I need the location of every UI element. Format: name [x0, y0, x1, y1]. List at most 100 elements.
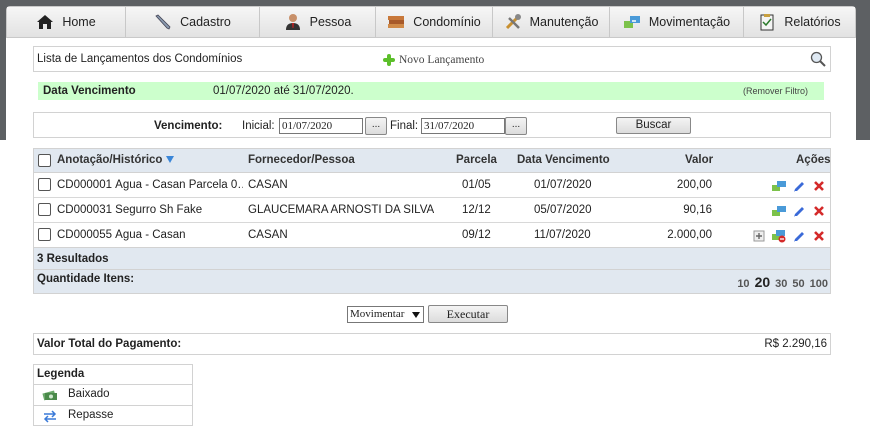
filter-label: Data Vencimento	[43, 85, 136, 97]
col-valor-header: Valor	[685, 154, 714, 166]
select-all-checkbox[interactable]	[38, 154, 51, 167]
page-size-30[interactable]: 30	[775, 278, 787, 290]
nav-pessoa-label: Pessoa	[309, 15, 352, 29]
final-label: Final:	[390, 120, 419, 132]
table-header: Anotação/Histórico Fornecedor/Pessoa Par…	[34, 149, 831, 173]
inicial-label: Inicial:	[242, 120, 275, 132]
pencil-icon	[155, 14, 171, 30]
table-row: CD000031 Segurro Sh Fake GLAUCEMARA ARNO…	[34, 198, 830, 223]
date-filter-form: Vencimento: Inicial: ... Final: ... Busc…	[33, 112, 831, 138]
final-date-picker-button[interactable]: ...	[505, 117, 527, 135]
person-icon	[285, 14, 300, 30]
row-vencimento: 11/07/2020	[534, 229, 591, 241]
nav-movimentacao[interactable]: Movimentação	[610, 7, 744, 37]
row-checkbox[interactable]	[38, 178, 51, 191]
page-size-selector: 10 20 30 50 100	[732, 274, 828, 290]
results-row: 3 Resultados	[34, 248, 830, 270]
page-size-100[interactable]: 100	[810, 278, 828, 290]
row-valor: 200,00	[676, 179, 712, 191]
final-date-input[interactable]	[421, 118, 505, 134]
table-row: CD000001 Água - Casan Parcela 0… CASAN 0…	[34, 173, 830, 198]
page-size-20[interactable]: 20	[755, 274, 771, 290]
filter-value: 01/07/2020 até 31/07/2020.	[213, 85, 354, 97]
row-historico: CD000055 Água - Casan	[57, 229, 186, 241]
row-checkbox[interactable]	[38, 228, 51, 241]
vencimento-label: Vencimento:	[154, 120, 223, 132]
col-vencimento-header: Data Vencimento	[517, 154, 610, 166]
inicial-date-input[interactable]	[279, 118, 363, 134]
money-icon	[42, 390, 57, 401]
delete-icon[interactable]	[812, 204, 826, 218]
col-acoes-header: Ações	[796, 154, 831, 166]
col-parcela-header: Parcela	[456, 154, 497, 166]
edit-pencil-icon[interactable]	[792, 204, 806, 218]
tools-icon	[505, 14, 521, 30]
row-actions	[746, 229, 826, 243]
legend-box: Legenda Baixado Repasse	[33, 364, 193, 426]
col-historico-label: Anotação/Histórico	[57, 154, 163, 166]
nav-manutencao[interactable]: Manutenção	[493, 7, 610, 37]
home-icon	[37, 15, 54, 29]
nav-condominio[interactable]: Condomínio	[376, 7, 493, 37]
nav-cadastro-label: Cadastro	[180, 15, 231, 29]
nav-condominio-label: Condomínio	[413, 15, 481, 29]
table-row: CD000055 Água - Casan CASAN 09/12 11/07/…	[34, 223, 830, 248]
active-filter-bar: Data Vencimento 01/07/2020 até 31/07/202…	[38, 82, 824, 100]
col-fornecedor-header: Fornecedor/Pessoa	[248, 154, 355, 166]
search-icon[interactable]	[810, 51, 826, 67]
transfer-icon[interactable]	[772, 179, 786, 193]
qty-label: Quantidade Itens:	[37, 273, 135, 285]
nav-pessoa[interactable]: Pessoa	[260, 7, 376, 37]
nav-home[interactable]: Home	[7, 7, 126, 37]
row-fornecedor: CASAN	[248, 179, 288, 191]
nav-relatorios[interactable]: Relatórios	[744, 7, 855, 37]
nav-manutencao-label: Manutenção	[529, 15, 599, 29]
row-vencimento: 05/07/2020	[534, 204, 592, 216]
plus-icon	[383, 54, 395, 66]
col-historico-header[interactable]: Anotação/Histórico	[57, 154, 175, 166]
remove-filter-link[interactable]: (Remover Filtro)	[743, 86, 808, 96]
row-historico: CD000001 Água - Casan Parcela 0…	[57, 179, 243, 191]
page-size-10[interactable]: 10	[737, 278, 749, 290]
row-parcela: 01/05	[462, 179, 491, 191]
inicial-date-picker-button[interactable]: ...	[365, 117, 387, 135]
legend-repasse-label: Repasse	[68, 409, 114, 421]
payment-total: Valor Total do Pagamento: R$ 2.290,16	[33, 333, 831, 355]
books-icon	[388, 16, 405, 28]
edit-pencil-icon[interactable]	[792, 229, 806, 243]
row-valor: 2.000,00	[667, 229, 712, 241]
new-entry-label: Novo Lançamento	[399, 54, 485, 66]
delete-icon[interactable]	[812, 179, 826, 193]
nav-relatorios-label: Relatórios	[784, 15, 841, 29]
row-checkbox[interactable]	[38, 203, 51, 216]
page-size-50[interactable]: 50	[792, 278, 804, 290]
content-panel: Lista de Lançamentos dos Condomínios Nov…	[6, 38, 856, 437]
row-parcela: 09/12	[462, 229, 491, 241]
delete-icon[interactable]	[812, 229, 826, 243]
top-nav: Home Cadastro Pessoa Condomínio Manutenç…	[6, 6, 856, 38]
results-count: 3 Resultados	[37, 253, 109, 265]
row-valor: 90,16	[683, 204, 712, 216]
bulk-action-select[interactable]: Movimentar	[347, 306, 424, 323]
row-actions	[766, 204, 826, 218]
execute-button[interactable]: Executar	[428, 305, 508, 323]
buscar-button[interactable]: Buscar	[616, 117, 691, 134]
nav-home-label: Home	[62, 15, 96, 29]
row-fornecedor: GLAUCEMARA ARNOSTI DA SILVA	[248, 204, 435, 216]
total-label: Valor Total do Pagamento:	[37, 338, 182, 350]
list-header: Lista de Lançamentos dos Condomínios Nov…	[33, 46, 831, 72]
row-fornecedor: CASAN	[248, 229, 288, 241]
legend-item: Baixado	[34, 385, 192, 406]
page-size-row: Quantidade Itens: 10 20 30 50 100	[34, 270, 830, 293]
nav-movimentacao-label: Movimentação	[648, 15, 731, 29]
transfer-icon	[623, 16, 640, 28]
edit-pencil-icon[interactable]	[792, 179, 806, 193]
transfer-icon[interactable]	[772, 204, 786, 218]
legend-baixado-label: Baixado	[68, 388, 110, 400]
transfer-remove-icon[interactable]	[772, 229, 786, 243]
expand-plus-icon[interactable]	[752, 229, 766, 243]
sort-down-icon	[166, 156, 175, 164]
nav-cadastro[interactable]: Cadastro	[126, 7, 260, 37]
new-entry-link[interactable]: Novo Lançamento	[383, 54, 484, 66]
entries-table: Anotação/Histórico Fornecedor/Pessoa Par…	[33, 148, 831, 294]
